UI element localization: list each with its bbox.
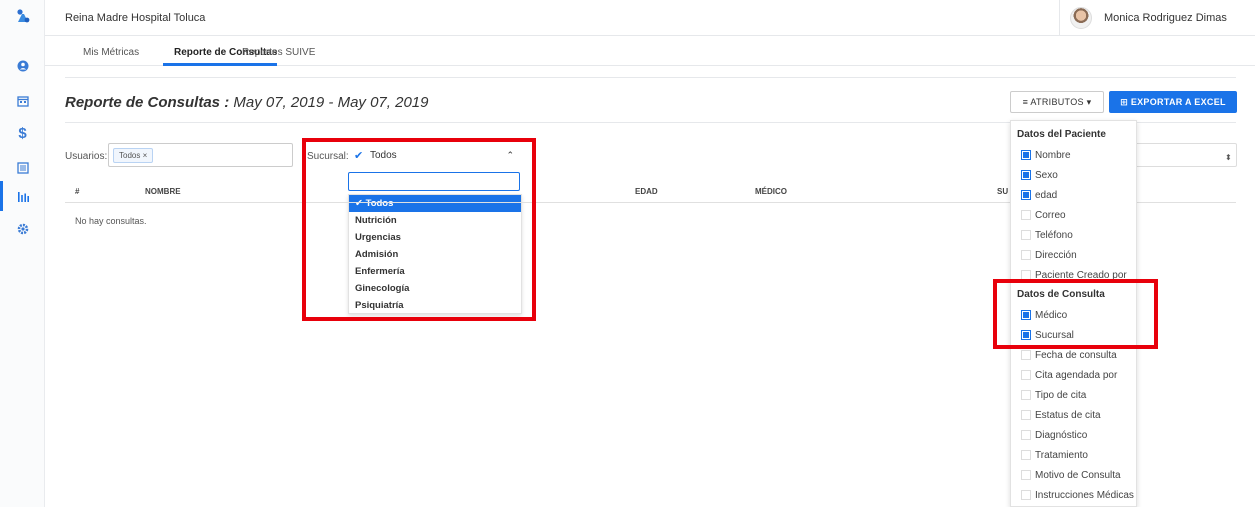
checkbox[interactable] — [1021, 410, 1031, 420]
attribute-edad[interactable]: edad — [1021, 188, 1057, 202]
tab-reportes-suive[interactable]: Reportes SUIVE — [242, 47, 315, 58]
export-excel-button[interactable]: ⊞ EXPORTAR A EXCEL — [1109, 91, 1237, 113]
checkbox[interactable] — [1021, 450, 1031, 460]
attribute-tratamiento[interactable]: Tratamiento — [1021, 448, 1088, 462]
attribute-motivo-consulta[interactable]: Motivo de Consulta — [1021, 468, 1121, 482]
gear-icon[interactable] — [0, 221, 45, 237]
checkbox[interactable] — [1021, 170, 1031, 180]
checkbox[interactable] — [1021, 390, 1031, 400]
checkbox[interactable] — [1021, 350, 1031, 360]
annotation-highlight-sucursal — [302, 138, 536, 321]
checkbox[interactable] — [1021, 190, 1031, 200]
checkbox[interactable] — [1021, 370, 1031, 380]
user-circle-icon[interactable] — [0, 58, 45, 74]
annotation-highlight-consulta — [993, 279, 1158, 349]
attribute-telefono[interactable]: Teléfono — [1021, 228, 1073, 242]
checkbox[interactable] — [1021, 210, 1031, 220]
page-title: Reporte de Consultas : May 07, 2019 - Ma… — [65, 94, 428, 111]
dollar-icon[interactable]: $ — [0, 124, 45, 142]
patient-data-header: Datos del Paciente — [1017, 129, 1106, 140]
user-menu[interactable]: Monica Rodriguez Dimas — [1059, 0, 1255, 36]
user-name[interactable]: Monica Rodriguez Dimas — [1104, 12, 1227, 24]
attribute-sexo[interactable]: Sexo — [1021, 168, 1058, 182]
app-logo-icon[interactable] — [0, 6, 45, 26]
avatar[interactable] — [1070, 7, 1092, 29]
bar-chart-icon[interactable] — [0, 188, 45, 204]
active-tab-underline — [163, 63, 277, 66]
page-title-label: Reporte de Consultas : — [65, 94, 230, 111]
attribute-estatus-cita[interactable]: Estatus de cita — [1021, 408, 1101, 422]
column-header-medico[interactable]: MÉDICO — [755, 187, 787, 196]
sort-arrows-icon[interactable]: ⬍ — [1225, 153, 1232, 162]
attribute-instrucciones-medicas[interactable]: Instrucciones Médicas — [1021, 488, 1134, 502]
divider — [65, 77, 1236, 78]
organization-name: Reina Madre Hospital Toluca — [65, 12, 206, 24]
left-nav-rail: $ — [0, 0, 45, 507]
checkbox[interactable] — [1021, 490, 1031, 500]
attribute-direccion[interactable]: Dirección — [1021, 248, 1077, 262]
calendar-icon[interactable] — [0, 93, 45, 109]
right-filter-select[interactable] — [1137, 143, 1237, 167]
attribute-diagnostico[interactable]: Diagnóstico — [1021, 428, 1087, 442]
checkbox[interactable] — [1021, 430, 1031, 440]
attributes-button[interactable]: ≡ ATRIBUTOS ▾ — [1010, 91, 1104, 113]
column-header-edad[interactable]: EDAD — [635, 187, 658, 196]
checkbox[interactable] — [1021, 250, 1031, 260]
tab-mis-metricas[interactable]: Mis Métricas — [83, 47, 139, 58]
report-tabs: Mis Métricas Reporte de Consultas Report… — [45, 36, 1255, 66]
column-header-sucursal[interactable]: SU — [997, 187, 1008, 196]
usuarios-chip[interactable]: Todos × — [113, 148, 154, 163]
top-bar: Reina Madre Hospital Toluca Monica Rodri… — [45, 0, 1255, 36]
attribute-nombre[interactable]: Nombre — [1021, 148, 1071, 162]
attribute-cita-agendada-por[interactable]: Cita agendada por — [1021, 368, 1117, 382]
checkbox[interactable] — [1021, 150, 1031, 160]
attribute-fecha-consulta[interactable]: Fecha de consulta — [1021, 348, 1117, 362]
attribute-tipo-cita[interactable]: Tipo de cita — [1021, 388, 1086, 402]
checkbox[interactable] — [1021, 230, 1031, 240]
checkbox[interactable] — [1021, 470, 1031, 480]
empty-table-message: No hay consultas. — [75, 216, 147, 226]
usuarios-select[interactable]: Todos × — [108, 143, 293, 167]
column-header-number[interactable]: # — [75, 187, 79, 196]
date-range: May 07, 2019 - May 07, 2019 — [233, 94, 429, 111]
usuarios-label: Usuarios: — [65, 151, 108, 162]
attribute-correo[interactable]: Correo — [1021, 208, 1066, 222]
list-document-icon[interactable] — [0, 160, 45, 176]
column-header-nombre[interactable]: NOMBRE — [145, 187, 181, 196]
